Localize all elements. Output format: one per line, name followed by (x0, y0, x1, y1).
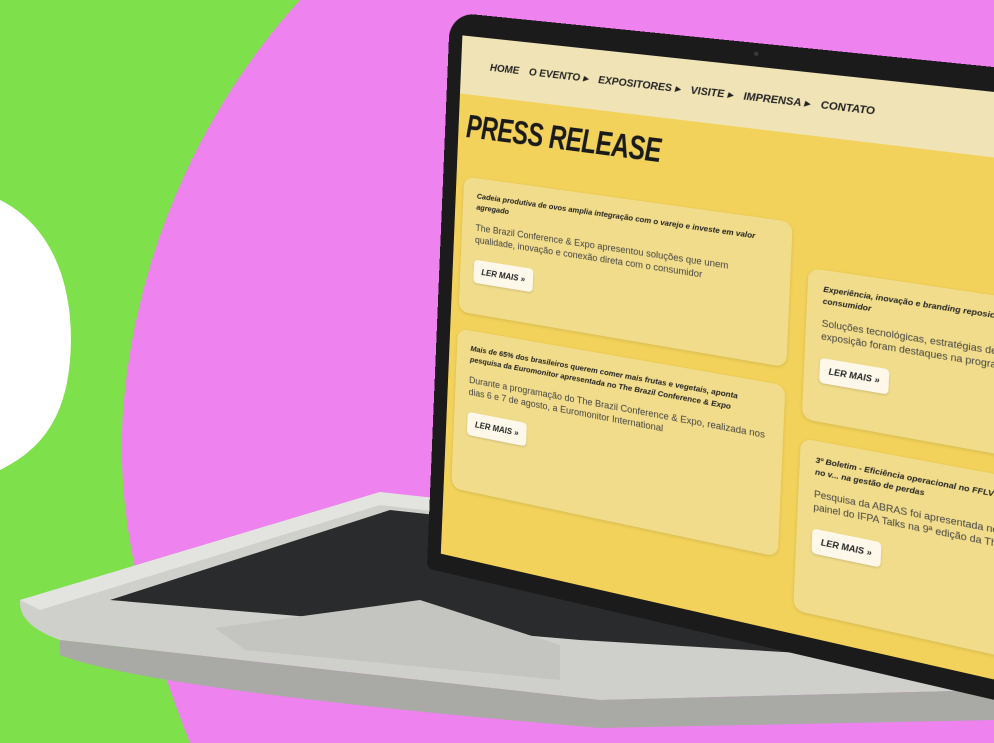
press-card: 3º Boletim - Eficiência operacional no F… (793, 438, 994, 679)
nav-label: VISITE (690, 84, 725, 101)
website-screen: HOME O EVENTO ▸ EXPOSITORES ▸ VISITE ▸ I… (440, 35, 994, 697)
read-more-button[interactable]: LER MAIS » (811, 528, 882, 568)
read-more-button[interactable]: LER MAIS » (473, 259, 534, 293)
press-card: Mais de 65% dos brasileiros querem comer… (451, 328, 786, 557)
caret-right-icon: ▸ (803, 97, 810, 110)
read-more-button[interactable]: LER MAIS » (819, 357, 890, 395)
nav-item-visite[interactable]: VISITE ▸ (690, 85, 733, 101)
caret-right-icon: ▸ (674, 82, 681, 95)
nav-label: O EVENTO (528, 66, 581, 84)
nav-label: IMPRENSA (743, 90, 802, 109)
nav-item-imprensa[interactable]: IMPRENSA ▸ (743, 91, 810, 110)
camera (753, 51, 759, 57)
caret-right-icon: ▸ (582, 72, 589, 85)
nav-item-home[interactable]: HOME (490, 62, 520, 76)
read-more-button[interactable]: LER MAIS » (466, 411, 527, 447)
nav-item-expositores[interactable]: EXPOSITORES ▸ (598, 74, 680, 95)
caret-right-icon: ▸ (727, 88, 734, 102)
nav-label: EXPOSITORES (597, 74, 673, 95)
nav-item-o-evento[interactable]: O EVENTO ▸ (529, 67, 589, 85)
nav-item-contato[interactable]: CONTATO (821, 99, 876, 117)
